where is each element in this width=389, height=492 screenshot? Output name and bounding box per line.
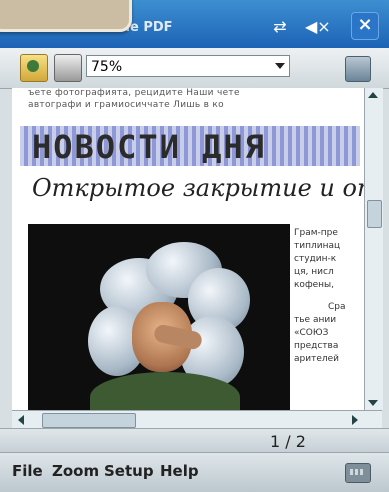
menu-zoom[interactable]: Zoom [52, 462, 99, 480]
status-bar: 1 / 2 [0, 428, 389, 453]
menu-help[interactable]: Help [160, 462, 199, 480]
page-indicator: 1 / 2 [270, 432, 306, 451]
doc-text-line: автографи и грамиосиччате Лишь в ко [28, 100, 224, 110]
volume-icon[interactable]: ◀× [305, 16, 331, 38]
pdf-page-view[interactable]: ъете фотографията, рецидите Наши чете ав… [12, 88, 364, 410]
column-text-line: кофены, [294, 280, 335, 290]
print-button[interactable] [54, 54, 82, 82]
column-text-line: тье ании [294, 315, 337, 325]
connectivity-icon[interactable]: ⇄ [269, 16, 291, 38]
column-text-line: арителей [294, 354, 339, 364]
vertical-scroll-thumb[interactable] [367, 200, 382, 228]
column-text-line: предства [294, 341, 339, 351]
overlay-badge [0, 0, 132, 32]
article-photo [28, 224, 290, 410]
column-text-line: Сра [328, 302, 346, 312]
vertical-scrollbar[interactable] [364, 88, 383, 410]
keyboard-icon[interactable] [345, 463, 371, 483]
horizontal-scrollbar[interactable] [12, 410, 382, 429]
column-text-line: Грам-пре [294, 228, 338, 238]
open-file-button[interactable] [20, 54, 48, 82]
scroll-down-icon[interactable] [368, 400, 378, 406]
bookmarks-button[interactable] [345, 56, 371, 82]
menu-setup[interactable]: Setup [104, 462, 154, 480]
menu-file[interactable]: File [12, 462, 43, 480]
doc-text-line: ъете фотографията, рецидите Наши чете [28, 88, 240, 98]
column-text-line: студин-к [294, 254, 337, 264]
close-button[interactable]: × [351, 12, 379, 40]
zoom-select[interactable]: 75% [86, 55, 290, 77]
scroll-right-icon[interactable] [352, 415, 358, 425]
scroll-left-icon[interactable] [18, 415, 24, 425]
chevron-down-icon [275, 63, 285, 69]
menu-bar: File Zoom Setup Help [0, 452, 389, 492]
column-text-line: «СОЮЗ [294, 328, 329, 338]
column-text-line: типлинац [294, 241, 341, 251]
horizontal-scroll-thumb[interactable] [42, 413, 136, 428]
zoom-value: 75% [91, 59, 123, 75]
toolbar: 75% [0, 48, 389, 89]
scroll-up-icon[interactable] [368, 92, 378, 98]
column-text-line: ця, нисл [294, 267, 334, 277]
doc-subheadline: Открытое закрытие и от [32, 174, 364, 202]
device-screen: Great Fine PDF ⇄ ◀× × 75% ъете фотографи… [0, 0, 389, 492]
doc-headline: НОВОСТИ ДНЯ [32, 128, 266, 166]
